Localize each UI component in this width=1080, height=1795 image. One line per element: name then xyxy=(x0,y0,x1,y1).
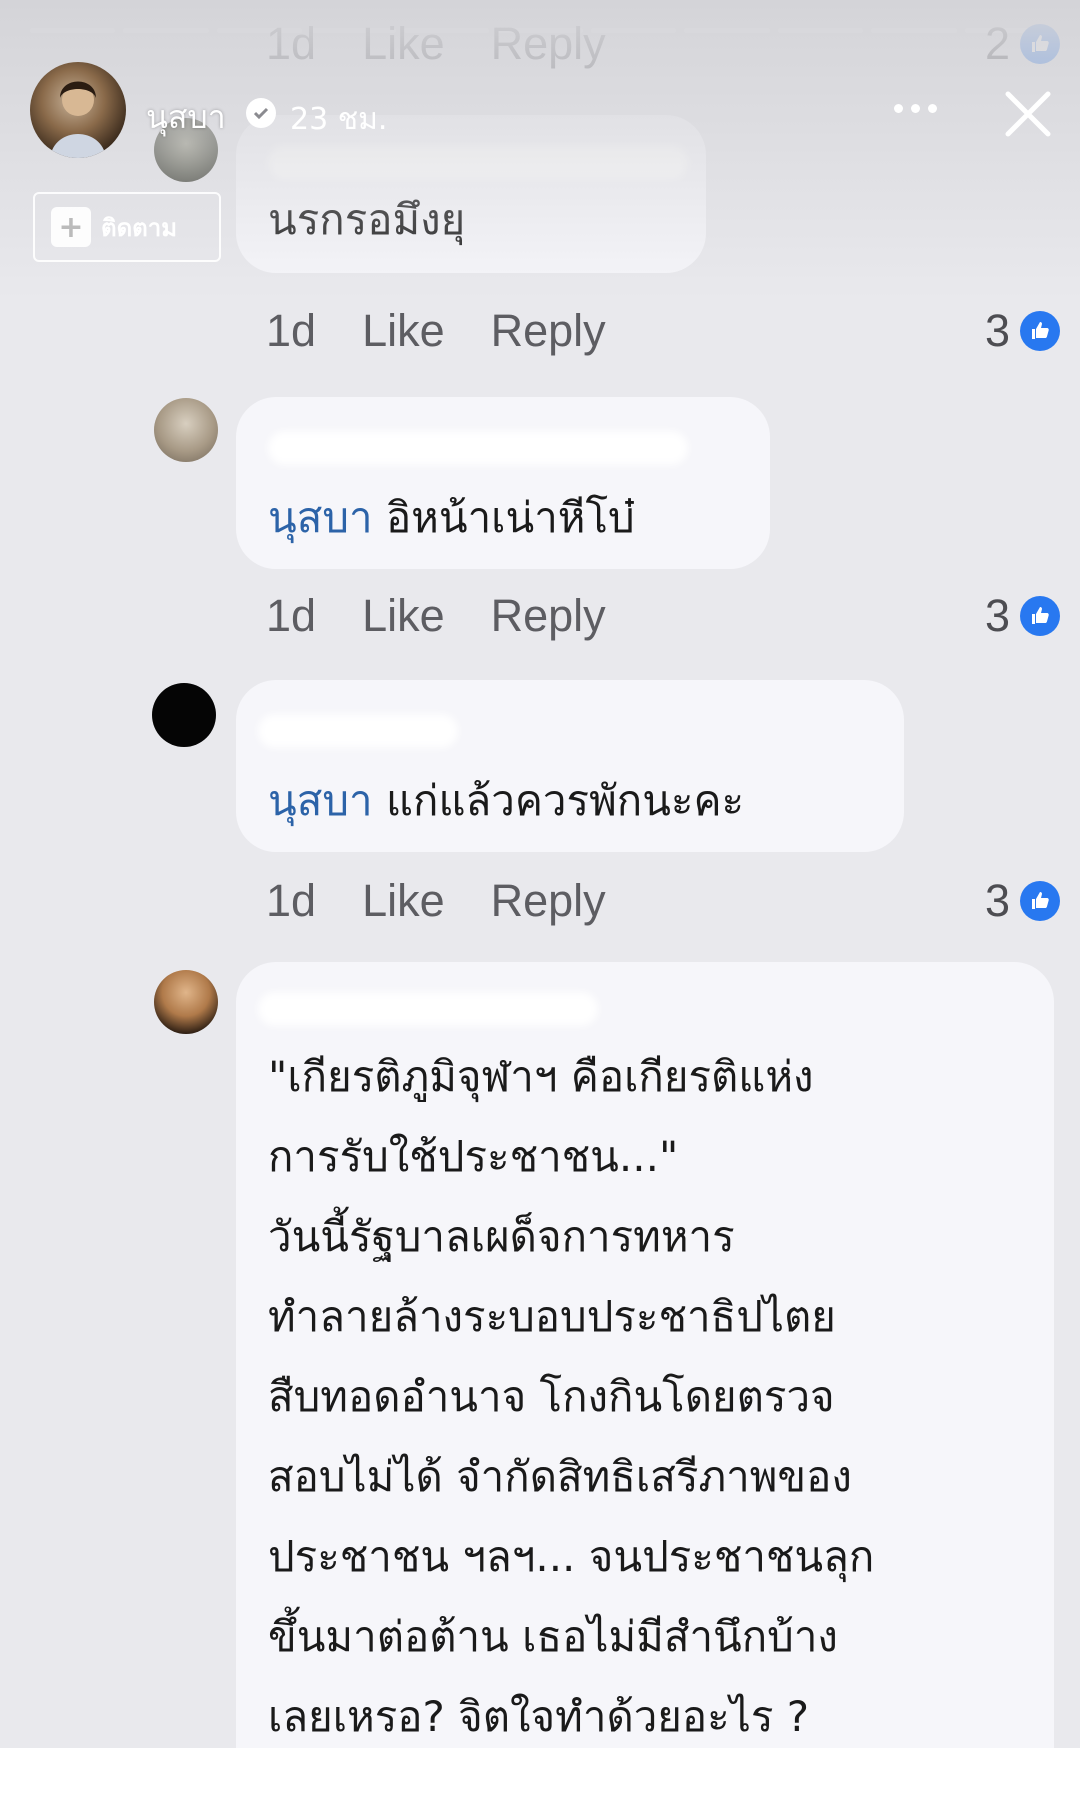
commenter-avatar[interactable] xyxy=(152,683,216,747)
thumbs-up-icon xyxy=(1020,311,1060,351)
dot-icon xyxy=(910,103,920,113)
bottom-border xyxy=(0,1748,1080,1795)
progress-segment xyxy=(123,28,209,33)
like-count: 2 xyxy=(985,18,1060,70)
comment-age: 1d xyxy=(266,875,317,926)
like-count-number: 2 xyxy=(984,18,1010,69)
comment-line: สืบทอดอำนาจ โกงกินโดยตรวจ xyxy=(268,1372,835,1421)
commenter-name-redacted xyxy=(258,714,458,748)
comment-line: "เกียรติภูมิจุฬาฯ คือเกียรติแห่ง xyxy=(268,1052,814,1101)
progress-segment xyxy=(30,28,116,33)
comment-age: 1d xyxy=(266,18,317,69)
close-icon xyxy=(1005,91,1051,137)
more-options-button[interactable] xyxy=(880,88,950,128)
comment-age: 1d xyxy=(266,305,317,356)
reply-button[interactable]: Reply xyxy=(491,875,606,927)
dot-icon xyxy=(893,103,903,113)
comment-text: นุสบา อิหน้าเน่าหีโบ๋ xyxy=(268,479,635,557)
story-author-name[interactable]: นุสบา xyxy=(146,92,226,143)
mention-link[interactable]: นุสบา xyxy=(268,776,373,825)
progress-segment xyxy=(871,28,957,33)
like-count-number: 3 xyxy=(984,590,1010,641)
comment-meta: 1d Like Reply xyxy=(266,18,606,70)
dot-icon xyxy=(927,103,937,113)
comment-meta: 1d Like Reply xyxy=(266,305,606,357)
like-button[interactable]: Like xyxy=(362,305,445,357)
comment-line: ประชาชน ฯลฯ... จนประชาชนลุก xyxy=(268,1532,875,1581)
like-count-number: 3 xyxy=(984,875,1010,926)
comment-age: 1d xyxy=(266,590,317,641)
progress-segment xyxy=(684,28,770,33)
reply-button[interactable]: Reply xyxy=(491,18,606,70)
like-button[interactable]: Like xyxy=(362,590,445,642)
comment-meta: 1d Like Reply xyxy=(266,590,606,642)
mention-link[interactable]: นุสบา xyxy=(268,493,373,542)
comment-bubble: นุสบา แก่แล้วควรพักนะคะ xyxy=(236,680,904,852)
comment-bubble: "เกียรติภูมิจุฬาฯ คือเกียรติแห่ง การรับใ… xyxy=(236,962,1054,1795)
commenter-name-redacted xyxy=(258,992,598,1026)
commenter-avatar[interactable] xyxy=(154,970,218,1034)
like-button[interactable]: Like xyxy=(362,18,445,70)
thumbs-up-icon xyxy=(1020,24,1060,64)
like-button[interactable]: Like xyxy=(362,875,445,927)
commenter-name-redacted xyxy=(268,145,688,179)
comment-line: การรับใช้ประชาชน..." xyxy=(268,1132,679,1181)
story-view: 1d Like Reply 2 นรกรอมึงยุ 1d Like Reply… xyxy=(0,0,1080,1795)
commenter-avatar[interactable] xyxy=(154,398,218,462)
progress-segment xyxy=(777,28,864,33)
comment-line: ทำลายล้างระบอบประชาธิปไตย xyxy=(268,1292,836,1341)
add-friend-icon: + xyxy=(51,207,91,247)
story-author-avatar[interactable] xyxy=(30,62,126,158)
like-count: 3 xyxy=(985,590,1060,642)
comment-text: นุสบา แก่แล้วควรพักนะคะ xyxy=(268,762,744,840)
comment-body: อิหน้าเน่าหีโบ๋ xyxy=(372,493,635,542)
close-button[interactable] xyxy=(1000,86,1056,142)
comment-line: สอบไม่ได้ จำกัดสิทธิเสรีภาพของ xyxy=(268,1452,852,1501)
comment-meta: 1d Like Reply xyxy=(266,875,606,927)
comment-line: วันนี้รัฐบาลเผด็จการทหาร xyxy=(268,1212,735,1261)
comment-line: เลยเหรอ? จิตใจทำด้วยอะไร ? xyxy=(268,1692,810,1741)
comment-line: ขึ้นมาต่อต้าน เธอไม่มีสำนึกบ้าง xyxy=(268,1612,838,1661)
reply-button[interactable]: Reply xyxy=(491,305,606,357)
comment-bubble: นุสบา อิหน้าเน่าหีโบ๋ xyxy=(236,397,770,569)
thumbs-up-icon xyxy=(1020,596,1060,636)
reply-button[interactable]: Reply xyxy=(491,590,606,642)
story-timestamp: 23 ชม. xyxy=(290,102,388,137)
like-count: 3 xyxy=(985,875,1060,927)
follow-button[interactable]: + ติดตาม xyxy=(33,192,221,262)
comment-text: นรกรอมึงยุ xyxy=(268,195,466,244)
like-count-number: 3 xyxy=(984,305,1010,356)
thumbs-up-icon xyxy=(1020,881,1060,921)
comment-body: แก่แล้วควรพักนะคะ xyxy=(372,776,745,825)
like-count: 3 xyxy=(985,305,1060,357)
commenter-name-redacted xyxy=(268,431,688,465)
verified-badge-icon xyxy=(246,98,276,128)
follow-label: ติดตาม xyxy=(101,213,178,242)
